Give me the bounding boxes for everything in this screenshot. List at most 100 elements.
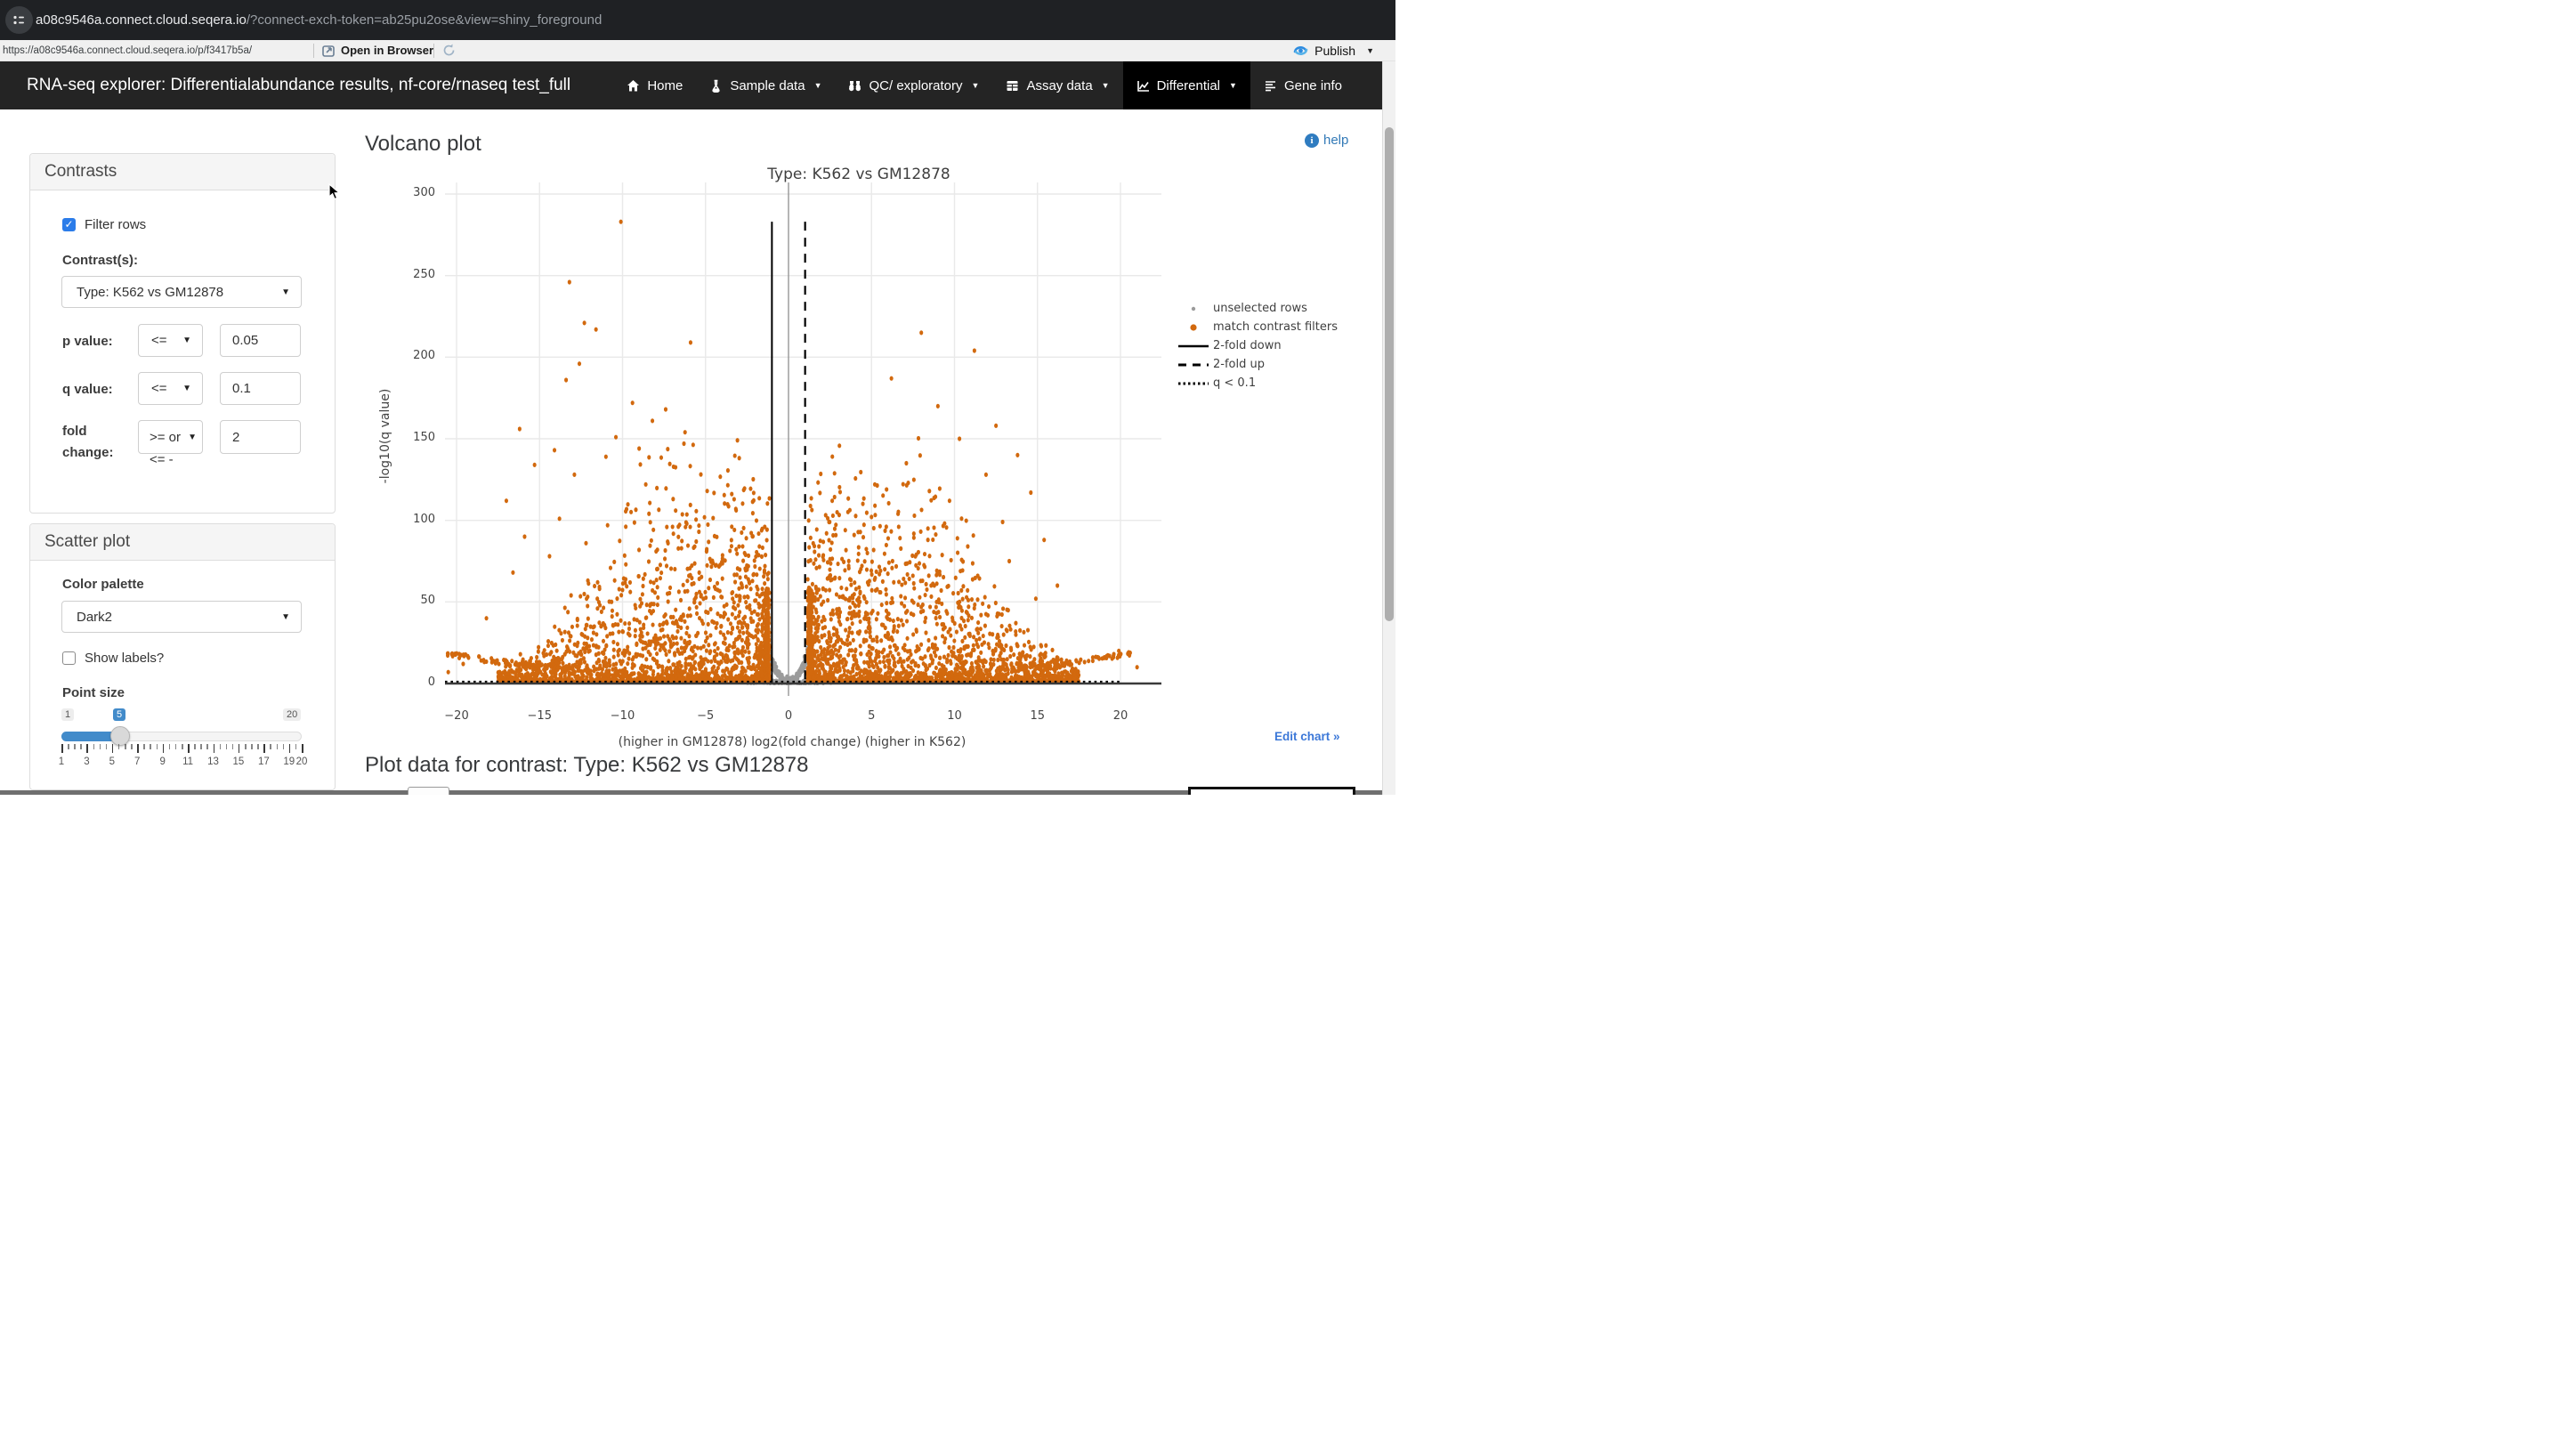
slider-tick xyxy=(295,744,297,749)
nav-item-sample-data[interactable]: Sample data ▼ xyxy=(696,61,835,109)
slider-tick-label: 3 xyxy=(75,756,98,767)
point-size-label: Point size xyxy=(62,685,125,700)
open-in-browser-label: Open in Browser xyxy=(341,44,433,57)
legend-item[interactable]: 2-fold up xyxy=(1177,355,1338,374)
p-value-input[interactable]: 0.05 xyxy=(220,324,301,357)
legend-item[interactable]: match contrast filters xyxy=(1177,318,1338,336)
chart-line-icon xyxy=(1136,79,1150,93)
truncated-table-edge xyxy=(0,790,1395,795)
x-tick-label: 5 xyxy=(852,709,891,723)
chevron-down-icon: ▼ xyxy=(281,612,290,622)
home-icon xyxy=(627,79,640,93)
legend-label: match contrast filters xyxy=(1213,320,1338,334)
url-path: /?connect-exch-token=ab25pu2ose&view=shi… xyxy=(247,12,602,28)
slider-max-badge: 20 xyxy=(283,708,301,721)
slider-tick xyxy=(263,744,265,753)
nav-item-label: Sample data xyxy=(730,78,805,93)
plot-data-heading: Plot data for contrast: Type: K562 vs GM… xyxy=(365,753,809,778)
q-value-input[interactable]: 0.1 xyxy=(220,372,301,405)
slider-tick xyxy=(206,744,208,749)
y-tick-label: 50 xyxy=(391,594,435,607)
legend-marker-icon xyxy=(1177,360,1209,370)
volcano-plot-canvas[interactable] xyxy=(438,178,1177,703)
slider-tick xyxy=(68,744,69,749)
page-scrollbar[interactable] xyxy=(1382,61,1395,795)
contrast-select[interactable]: Type: K562 vs GM12878 ▼ xyxy=(61,276,302,308)
nav-item-label: Gene info xyxy=(1284,78,1342,93)
slider-value-badge: 5 xyxy=(113,708,125,721)
slider-tick xyxy=(188,744,190,753)
y-axis-title: -log10(q value) xyxy=(378,389,392,484)
binoculars-icon xyxy=(848,79,861,93)
show-labels-row[interactable]: Show labels? xyxy=(62,651,164,666)
x-tick-label: −15 xyxy=(520,709,559,723)
slider-tick xyxy=(157,744,158,749)
fold-change-op-select[interactable]: >= or ▼ xyxy=(138,420,203,454)
fold-change-label-2: change: xyxy=(62,445,114,460)
scatter-panel-title: Scatter plot xyxy=(30,524,335,561)
color-palette-select[interactable]: Dark2 ▼ xyxy=(61,601,302,633)
y-tick-label: 200 xyxy=(391,349,435,362)
slider-tick-label: 7 xyxy=(125,756,149,767)
nav-item-gene-info[interactable]: Gene info xyxy=(1250,61,1355,109)
caret-down-icon: ▼ xyxy=(814,81,822,90)
slider-tick xyxy=(220,744,222,749)
slider-tick xyxy=(125,744,126,749)
nav-item-label: Assay data xyxy=(1026,78,1092,93)
list-glyph-icon xyxy=(12,13,26,27)
scrollbar-thumb[interactable] xyxy=(1385,127,1394,621)
y-tick-label: 250 xyxy=(391,268,435,281)
reload-icon[interactable] xyxy=(441,43,457,62)
help-link[interactable]: i help xyxy=(1305,133,1348,148)
p-op-value: <= xyxy=(151,333,167,348)
toolbar-url: https://a08c9546a.connect.cloud.seqera.i… xyxy=(3,45,252,56)
p-op-select[interactable]: <= ▼ xyxy=(138,324,203,357)
color-palette-label: Color palette xyxy=(62,577,144,592)
filter-rows-label: Filter rows xyxy=(85,217,146,232)
fold-change-op-overflow: <= - xyxy=(150,452,174,467)
show-labels-label: Show labels? xyxy=(85,651,164,666)
slider-tick xyxy=(182,744,183,749)
nav-menu: HomeSample data▼QC/ exploratory▼Assay da… xyxy=(613,61,1355,109)
open-in-browser-button[interactable]: Open in Browser xyxy=(322,44,433,57)
edit-chart-link[interactable]: Edit chart » xyxy=(1274,730,1340,743)
truncated-page-length-select[interactable] xyxy=(408,787,449,795)
legend-item[interactable]: 2-fold down xyxy=(1177,336,1338,355)
slider-tick xyxy=(283,744,285,749)
q-op-select[interactable]: <= ▼ xyxy=(138,372,203,405)
point-size-slider-handle[interactable] xyxy=(110,726,130,746)
browser-url-bar[interactable]: a08c9546a.connect.cloud.seqera.io/?conne… xyxy=(0,0,1395,40)
chevron-down-icon: ▼ xyxy=(188,433,197,442)
filter-rows-checkbox[interactable]: ✓ xyxy=(62,218,76,231)
nav-item-differential[interactable]: Differential▼ xyxy=(1123,61,1250,109)
legend-item[interactable]: q < 0.1 xyxy=(1177,374,1338,392)
divider xyxy=(313,44,314,58)
nav-item-qc-exploratory[interactable]: QC/ exploratory▼ xyxy=(835,61,992,109)
show-labels-checkbox[interactable] xyxy=(62,651,76,665)
fold-change-input[interactable]: 2 xyxy=(220,420,301,454)
legend-label: unselected rows xyxy=(1213,302,1307,315)
slider-tick xyxy=(169,744,171,749)
slider-tick xyxy=(137,744,139,753)
filter-rows-row[interactable]: ✓ Filter rows xyxy=(62,217,146,232)
slider-tick xyxy=(232,744,234,749)
slider-tick xyxy=(251,744,253,749)
table-icon xyxy=(1006,79,1019,93)
slider-tick xyxy=(257,744,259,749)
x-tick-label: 0 xyxy=(769,709,808,723)
q-value-label: q value: xyxy=(62,382,113,397)
site-info-icon[interactable] xyxy=(5,6,33,34)
nav-item-assay-data[interactable]: Assay data ▼ xyxy=(992,61,1122,109)
slider-tick xyxy=(239,744,240,753)
list-icon xyxy=(1264,79,1277,93)
nav-item-home[interactable]: Home xyxy=(613,61,696,109)
caret-down-icon: ▼ xyxy=(1102,81,1110,90)
publish-button[interactable]: Publish ▼ xyxy=(1292,40,1374,61)
y-tick-label: 150 xyxy=(391,431,435,444)
slider-min-badge: 1 xyxy=(61,708,74,721)
legend-item[interactable]: unselected rows xyxy=(1177,299,1338,318)
page-title: Volcano plot xyxy=(365,132,481,157)
slider-tick xyxy=(61,744,63,753)
chevron-down-icon: ▼ xyxy=(182,384,191,393)
chevron-down-icon: ▼ xyxy=(182,336,191,345)
